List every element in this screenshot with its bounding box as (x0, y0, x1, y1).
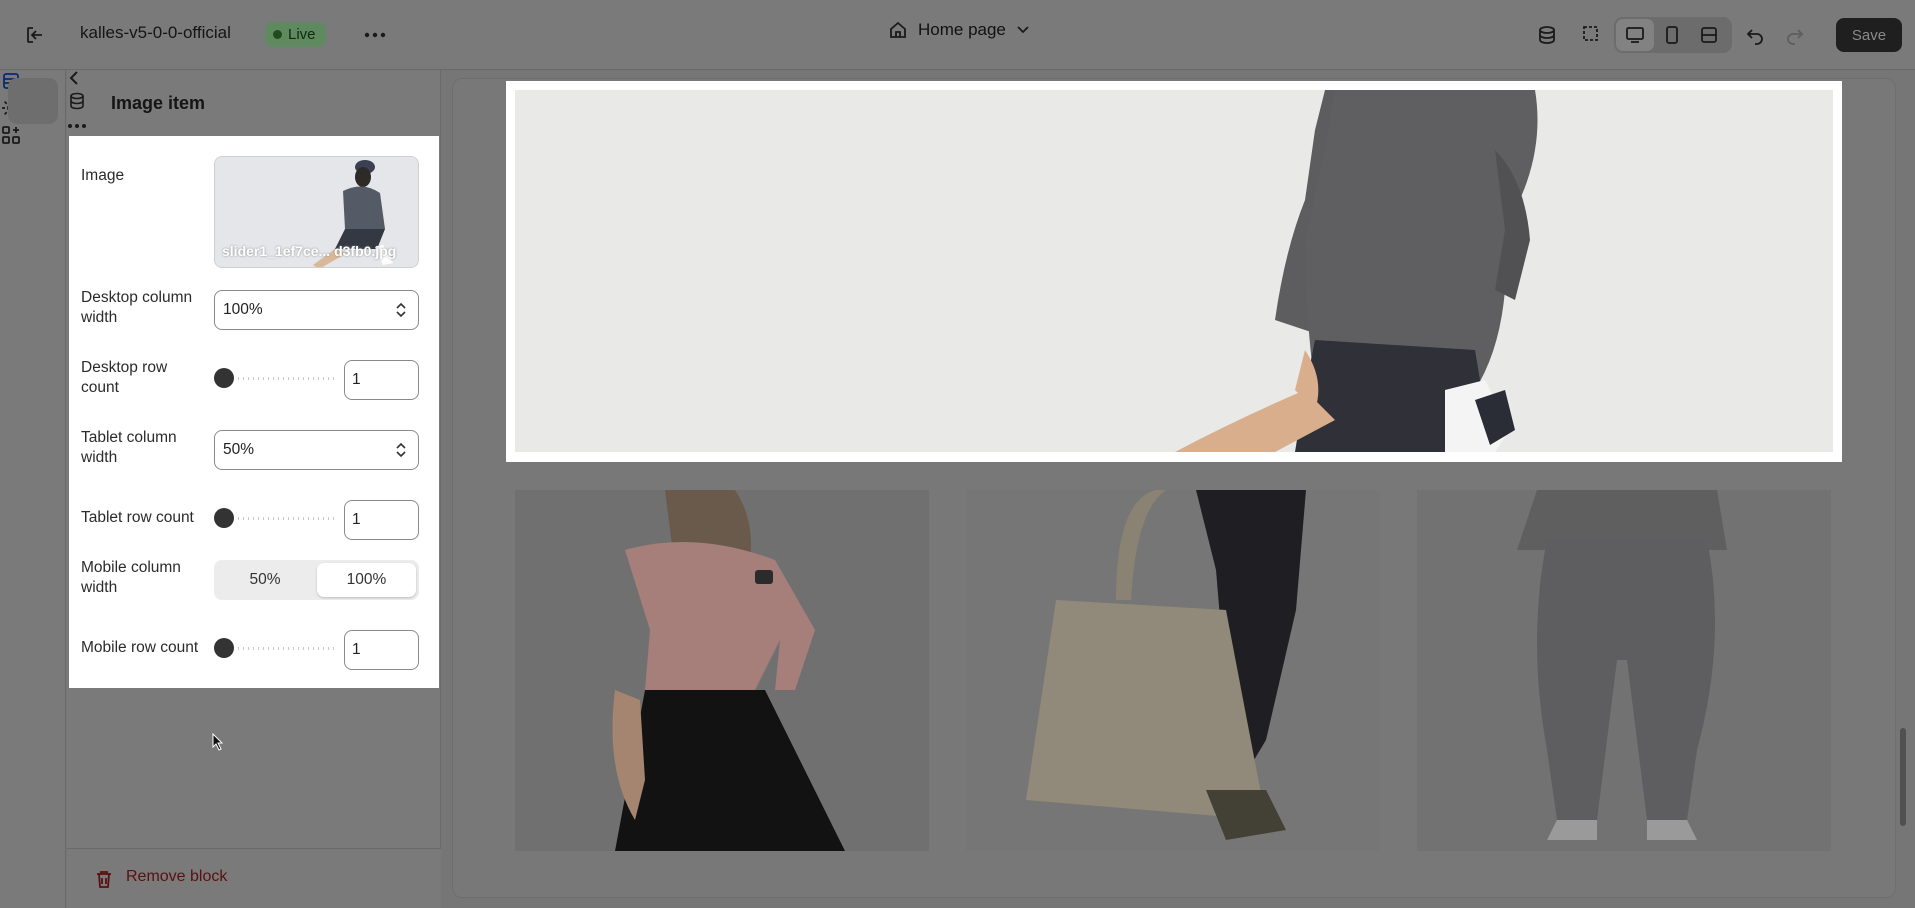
panel-header: Image item (67, 70, 441, 136)
mobile-row-count-slider[interactable] (214, 638, 334, 658)
product-image-1[interactable] (515, 490, 929, 851)
desktop-row-count-slider[interactable] (214, 368, 334, 388)
top-bar: kalles-v5-0-0-official Live Home page Sa… (0, 0, 1915, 70)
more-options-icon[interactable] (67, 116, 441, 134)
desktop-row-count-label: Desktop row count (81, 359, 168, 396)
product-photo (515, 490, 929, 851)
select-arrows-icon (396, 302, 406, 318)
inspector-icon[interactable] (1577, 20, 1607, 50)
mobile-view-icon[interactable] (1657, 20, 1687, 50)
page-selector-label: Home page (918, 20, 1006, 39)
left-rail (0, 70, 66, 908)
hero-image[interactable] (515, 90, 1833, 452)
tablet-row-count-label: Tablet row count (81, 509, 194, 526)
image-item-settings: Image slider1_1ef7ce... d3fb0.jpg Deskto… (69, 136, 439, 688)
tablet-column-width-select[interactable]: 50% (214, 430, 419, 470)
mobile-column-option-100[interactable]: 100% (317, 563, 416, 597)
rail-active-indicator (8, 78, 58, 124)
home-icon (890, 21, 906, 38)
remove-block-button[interactable]: Remove block (126, 868, 227, 886)
undo-icon[interactable] (1740, 20, 1770, 50)
trash-icon (97, 871, 111, 888)
desktop-view-icon[interactable] (1620, 20, 1650, 50)
desktop-column-width-value: 100% (223, 301, 263, 318)
tablet-column-width-value: 50% (223, 441, 255, 458)
slider-thumb[interactable] (214, 508, 234, 528)
redo-icon[interactable] (1780, 20, 1810, 50)
mobile-row-count-label: Mobile row count (81, 639, 199, 656)
tablet-row-count-slider[interactable] (214, 508, 334, 528)
mobile-row-count-input[interactable]: 1 (344, 630, 419, 670)
chevron-down-icon (1017, 26, 1029, 34)
image-label: Image (81, 167, 125, 184)
slider-track (238, 377, 334, 380)
slider-thumb[interactable] (214, 638, 234, 658)
hero-photo (515, 90, 1833, 452)
product-image-3[interactable] (1417, 490, 1831, 851)
mobile-column-width-label: Mobile column width (81, 559, 181, 596)
product-photo (966, 490, 1380, 851)
store-name: kalles-v5-0-0-official (80, 23, 231, 42)
select-arrows-icon (396, 442, 406, 458)
slider-track (238, 517, 334, 520)
database-icon[interactable] (1532, 20, 1562, 50)
status-badge: Live (265, 22, 326, 47)
save-button[interactable]: Save (1836, 18, 1902, 52)
slider-track (238, 647, 334, 650)
mouse-cursor-icon (212, 733, 224, 751)
desktop-column-width-label: Desktop column width (81, 289, 193, 326)
image-picker[interactable]: slider1_1ef7ce... d3fb0.jpg (214, 156, 419, 268)
slider-thumb[interactable] (214, 368, 234, 388)
panel-title: Image item (111, 93, 206, 113)
preview-scrollbar[interactable] (1900, 728, 1906, 826)
product-image-2[interactable] (966, 490, 1380, 851)
product-photo (1417, 490, 1831, 851)
mobile-column-option-50[interactable]: 50% (217, 563, 313, 597)
image-filename: slider1_1ef7ce... d3fb0.jpg (222, 243, 397, 259)
exit-icon[interactable] (20, 20, 50, 50)
status-badge-label: Live (288, 26, 316, 43)
tablet-row-count-input[interactable]: 1 (344, 500, 419, 540)
fullwidth-view-icon[interactable] (1694, 20, 1724, 50)
remove-block-row[interactable]: Remove block (67, 848, 441, 908)
back-icon[interactable] (67, 70, 441, 91)
more-options-icon[interactable] (360, 20, 390, 50)
live-dot-icon (273, 30, 282, 39)
desktop-row-count-input[interactable]: 1 (344, 360, 419, 400)
page-selector[interactable]: Home page (888, 20, 1030, 40)
mobile-column-width-toggle: 50% 100% (214, 560, 419, 600)
apps-icon[interactable] (0, 124, 65, 151)
tablet-column-width-label: Tablet column width (81, 429, 177, 466)
desktop-column-width-select[interactable]: 100% (214, 290, 419, 330)
